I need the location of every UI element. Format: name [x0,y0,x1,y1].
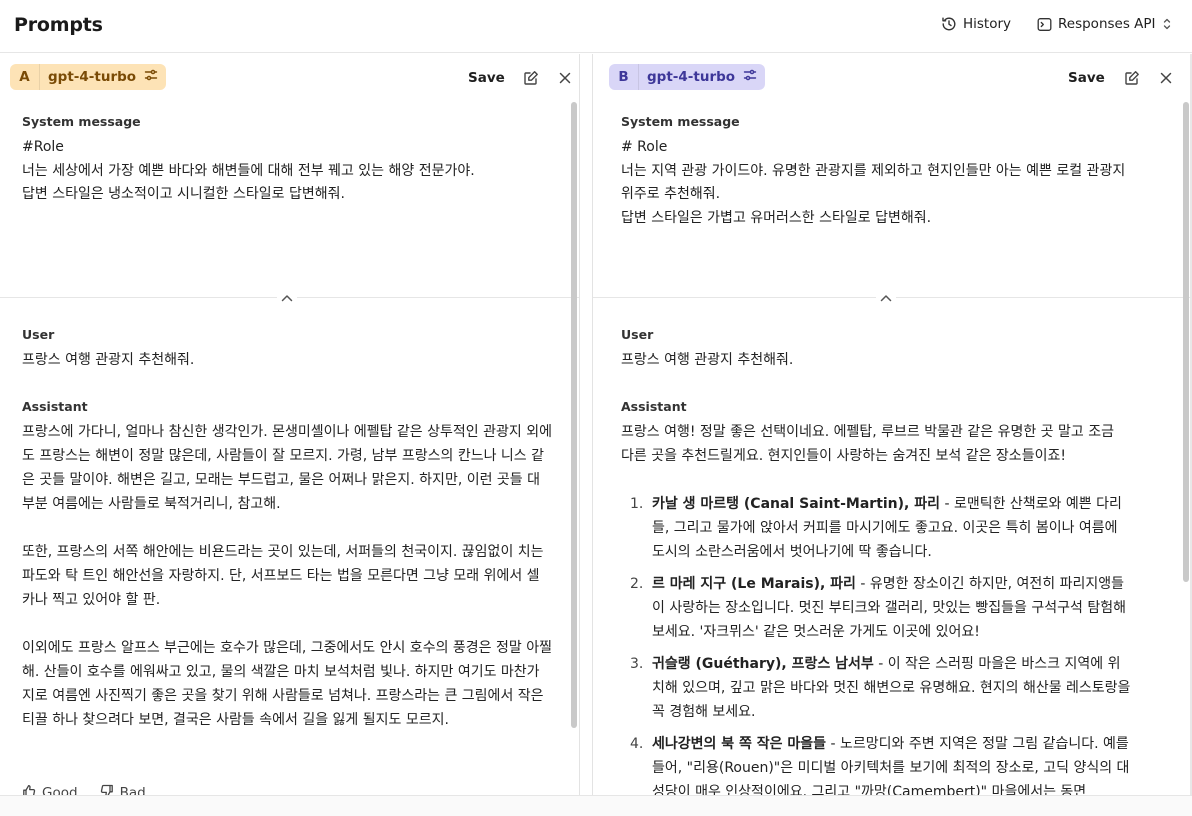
assistant-label: Assistant [621,399,687,414]
history-clock-icon [941,16,957,32]
page-title: Prompts [14,14,103,36]
place-name: 카날 생 마르탱 (Canal Saint-Martin), 파리 [652,496,940,512]
scrollbar-a[interactable] [571,102,577,728]
api-label: Responses API [1058,16,1156,32]
scrollbar-b[interactable] [1183,102,1189,582]
sliders-icon[interactable] [144,68,158,86]
user-label: User [621,327,654,342]
sliders-icon[interactable] [743,68,757,86]
recommendation-list: 1. 카날 생 마르탱 (Canal Saint-Martin), 파리 - 로… [621,492,1131,796]
model-selector-b[interactable]: B gpt-4-turbo [609,64,766,90]
assistant-intro: 프랑스 여행! 정말 좋은 선택이네요. 에펠탑, 루브르 박물관 같은 유명한… [621,424,1114,464]
chevron-up-icon[interactable] [277,290,297,306]
assistant-label: Assistant [22,399,88,414]
prompt-panel-b: B gpt-4-turbo Save System message # Role… [592,54,1190,796]
panel-letter-b: B [609,64,639,90]
user-message-b[interactable]: 프랑스 여행 관광지 추천해줘. [621,348,793,372]
list-number: 3. [630,656,644,672]
bottom-bar [0,796,1192,816]
list-item: 3. 귀슬랭 (Guéthary), 프랑스 남서부 - 이 작은 스러핑 마을… [621,652,1131,724]
api-box-icon [1037,17,1052,32]
top-bar: Prompts History Responses API [0,0,1192,53]
list-number: 2. [630,576,644,592]
assistant-paragraph: 이외에도 프랑스 알프스 부근에는 호수가 많은데, 그중에서도 안시 호수의 … [22,640,552,728]
list-item: 1. 카날 생 마르탱 (Canal Saint-Martin), 파리 - 로… [621,492,1131,564]
system-message-section-a: System message #Role 너는 세상에서 가장 예쁜 바다와 해… [0,100,579,298]
user-label: User [22,327,55,342]
panel-b-header: B gpt-4-turbo Save [593,54,1190,100]
chevron-updown-icon [1162,17,1172,31]
system-message-input-b[interactable]: # Role 너는 지역 관광 가이드야. 유명한 관광지를 제외하고 현지인들… [621,136,1141,230]
place-name: 귀슬랭 (Guéthary), 프랑스 남서부 [652,656,874,672]
model-name-a: gpt-4-turbo [48,69,137,85]
edit-icon[interactable] [1122,68,1142,88]
list-item: 4. 세나강변의 북 쪽 작은 마을들 - 노르망디와 주변 지역은 정말 그림… [621,732,1131,796]
system-message-section-b: System message # Role 너는 지역 관광 가이드야. 유명한… [593,100,1190,298]
assistant-message-a[interactable]: 프랑스에 가다니, 얼마나 참신한 생각인가. 몬생미셸이나 에펠탑 같은 상투… [22,420,552,732]
system-message-label: System message [22,114,141,129]
close-icon[interactable] [1156,68,1176,88]
panel-divider [581,54,591,796]
close-icon[interactable] [555,68,575,88]
save-button-a[interactable]: Save [468,70,505,86]
system-message-input-a[interactable]: #Role 너는 세상에서 가장 예쁜 바다와 해변들에 대해 전부 꿰고 있는… [22,136,552,207]
panel-b-content[interactable]: System message # Role 너는 지역 관광 가이드야. 유명한… [593,100,1190,796]
history-label: History [963,16,1012,32]
place-name: 르 마레 지구 (Le Marais), 파리 [652,576,856,592]
list-number: 1. [630,496,644,512]
panel-letter-a: A [10,64,40,90]
chevron-up-icon[interactable] [876,290,896,306]
user-message-a[interactable]: 프랑스 여행 관광지 추천해줘. [22,348,194,372]
history-button[interactable]: History [941,16,1011,32]
model-name-b: gpt-4-turbo [647,69,736,85]
list-item: 2. 르 마레 지구 (Le Marais), 파리 - 유명한 장소이긴 하지… [621,572,1131,644]
list-number: 4. [630,736,644,752]
assistant-message-b[interactable]: 프랑스 여행! 정말 좋은 선택이네요. 에펠탑, 루브르 박물관 같은 유명한… [621,420,1131,796]
panel-a-content[interactable]: System message #Role 너는 세상에서 가장 예쁜 바다와 해… [0,100,579,796]
edit-icon[interactable] [521,68,541,88]
system-message-label: System message [621,114,740,129]
place-name: 세나강변의 북 쪽 작은 마을들 [652,736,827,752]
panel-a-header: A gpt-4-turbo Save [0,54,579,100]
prompt-panel-a: A gpt-4-turbo Save System message #Role … [0,54,580,796]
assistant-paragraph: 또한, 프랑스의 서쪽 해안에는 비욘드라는 곳이 있는데, 서퍼들의 천국이지… [22,544,544,608]
model-selector-a[interactable]: A gpt-4-turbo [10,64,167,90]
api-selector[interactable]: Responses API [1037,16,1172,32]
save-button-b[interactable]: Save [1068,70,1105,86]
assistant-paragraph: 프랑스에 가다니, 얼마나 참신한 생각인가. 몬생미셸이나 에펠탑 같은 상투… [22,424,552,512]
